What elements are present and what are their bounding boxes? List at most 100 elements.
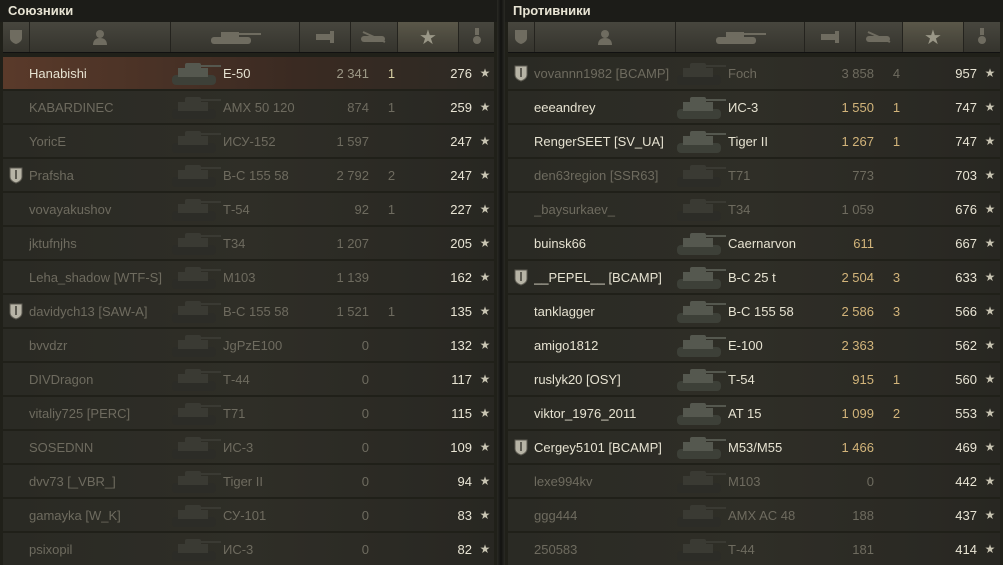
player-column-header[interactable] <box>535 22 676 52</box>
xp-star-icon: ★ <box>984 338 996 352</box>
tank-image <box>674 92 728 122</box>
player-name: ruslyk20 [OSY] <box>534 371 621 387</box>
kills-value: 1 <box>387 303 396 319</box>
damage-value: 92 <box>354 201 369 217</box>
tank-silhouette-icon <box>172 267 221 289</box>
player-row[interactable]: psixopil ИС-3 0 82 ★ <box>3 533 494 565</box>
xp-star-icon: ★ <box>984 270 996 284</box>
player-row[interactable]: eeeandrey ИС-3 1 550 1 747 ★ <box>508 91 1000 123</box>
player-icon <box>598 30 612 45</box>
player-row[interactable]: bvvdzr JgPzE100 0 132 ★ <box>3 329 494 361</box>
damage-value: 2 586 <box>841 303 874 319</box>
tank-silhouette-icon <box>677 301 726 323</box>
tank-icon <box>716 32 766 44</box>
xp-value: 957 <box>955 65 977 81</box>
xp-star-icon: ★ <box>984 542 996 556</box>
damage-column-header[interactable] <box>805 22 856 52</box>
player-row[interactable]: amigo1812 E-100 2 363 562 ★ <box>508 329 1000 361</box>
damage-value: 1 597 <box>336 133 369 149</box>
tank-image <box>674 58 728 88</box>
clan-badge <box>508 269 534 286</box>
player-name: tanklagger <box>534 303 595 319</box>
kills-column-header[interactable] <box>351 22 398 52</box>
player-row[interactable]: buinsk66 Caernarvon 611 667 ★ <box>508 227 1000 259</box>
medal-icon <box>472 28 481 44</box>
tank-silhouette-icon <box>677 403 726 425</box>
tank-image <box>169 398 223 428</box>
clan-shield-icon <box>9 303 23 320</box>
player-row[interactable]: ruslyk20 [OSY] Т-54 915 1 560 ★ <box>508 363 1000 395</box>
tank-name: ИСУ-152 <box>223 133 276 149</box>
damage-value: 1 207 <box>336 235 369 251</box>
kills-column-header[interactable] <box>856 22 903 52</box>
xp-column-header[interactable]: ★ <box>903 22 964 52</box>
player-column-header[interactable] <box>30 22 171 52</box>
player-row[interactable]: lexe994kv M103 0 442 ★ <box>508 465 1000 497</box>
player-name: DIVDragon <box>29 371 94 387</box>
player-row[interactable]: Leha_shadow [WTF-S] M103 1 139 162 ★ <box>3 261 494 293</box>
xp-column-header[interactable]: ★ <box>398 22 459 52</box>
tank-silhouette-icon <box>172 403 221 425</box>
player-row[interactable]: gamayka [W_K] СУ-101 0 83 ★ <box>3 499 494 531</box>
enemies-panel: Противники ★ vovannn1982 [BCAMP] Foch 3 85… <box>505 0 1003 565</box>
tank-image <box>169 228 223 258</box>
tank-silhouette-icon <box>677 131 726 153</box>
tank-image <box>169 126 223 156</box>
player-row[interactable]: vitaliy725 [PERC] T71 0 115 ★ <box>3 397 494 429</box>
player-row[interactable]: vovayakushov Т-54 92 1 227 ★ <box>3 193 494 225</box>
player-row[interactable]: DIVDragon Т-44 0 117 ★ <box>3 363 494 395</box>
badge-column-header[interactable] <box>508 22 535 52</box>
damage-value: 1 099 <box>841 405 874 421</box>
player-row[interactable]: __PEPEL__ [BCAMP] В-С 25 t 2 504 3 633 ★ <box>508 261 1000 293</box>
xp-value: 469 <box>955 439 977 455</box>
player-row[interactable]: SOSEDNN ИС-3 0 109 ★ <box>3 431 494 463</box>
badge-column-header[interactable] <box>3 22 30 52</box>
tank-column-header[interactable] <box>171 22 300 52</box>
player-name: Hanabishi <box>29 65 87 81</box>
xp-star-icon: ★ <box>479 202 491 216</box>
player-row[interactable]: jktufnjhs Т34 1 207 205 ★ <box>3 227 494 259</box>
damage-column-header[interactable] <box>300 22 351 52</box>
damage-value: 1 267 <box>841 133 874 149</box>
xp-star-icon: ★ <box>984 202 996 216</box>
player-row[interactable]: viktor_1976_2011 AT 15 1 099 2 553 ★ <box>508 397 1000 429</box>
player-row[interactable]: den63region [SSR63] T71 773 703 ★ <box>508 159 1000 191</box>
xp-star-icon: ★ <box>479 134 491 148</box>
xp-star-icon: ★ <box>479 66 491 80</box>
medal-column-header[interactable] <box>459 22 494 52</box>
xp-value: 553 <box>955 405 977 421</box>
tank-image <box>169 364 223 394</box>
player-row[interactable]: dvv73 [_VBR_] Tiger II 0 94 ★ <box>3 465 494 497</box>
allies-title: Союзники <box>0 0 497 22</box>
xp-value: 83 <box>457 507 472 523</box>
player-row[interactable]: YoricE ИСУ-152 1 597 247 ★ <box>3 125 494 157</box>
player-row[interactable]: ggg444 AMX AC 48 188 437 ★ <box>508 499 1000 531</box>
tank-name: AT 15 <box>728 405 762 421</box>
player-row[interactable]: Hanabishi E-50 2 341 1 276 ★ <box>3 57 494 89</box>
player-row[interactable]: vovannn1982 [BCAMP] Foch 3 858 4 957 ★ <box>508 57 1000 89</box>
tank-image <box>674 500 728 530</box>
player-row[interactable]: Prafsha В-С 155 58 2 792 2 247 ★ <box>3 159 494 191</box>
damage-value: 0 <box>361 473 369 489</box>
kills-icon <box>361 31 386 43</box>
tank-name: M53/M55 <box>728 439 783 455</box>
tank-silhouette-icon <box>677 165 726 187</box>
player-row[interactable]: tanklagger В-С 155 58 2 586 3 566 ★ <box>508 295 1000 327</box>
kills-value: 1 <box>387 65 396 81</box>
damage-value: 188 <box>852 507 874 523</box>
player-row[interactable]: RengerSEET [SV_UA] Tiger II 1 267 1 747 ★ <box>508 125 1000 157</box>
player-row[interactable]: KABARDINEC AMX 50 120 874 1 259 ★ <box>3 91 494 123</box>
player-name: Cergey5101 [BCAMP] <box>534 439 662 455</box>
player-row[interactable]: 250583 Т-44 181 414 ★ <box>508 533 1000 565</box>
medal-column-header[interactable] <box>964 22 1000 52</box>
tank-name: Tiger II <box>223 473 263 489</box>
player-row[interactable]: _baysurkaev_ T34 1 059 676 ★ <box>508 193 1000 225</box>
player-name: Prafsha <box>29 167 74 183</box>
player-row[interactable]: Cergey5101 [BCAMP] M53/M55 1 466 469 ★ <box>508 431 1000 463</box>
tank-silhouette-icon <box>172 199 221 221</box>
kills-value: 1 <box>892 133 901 149</box>
player-row[interactable]: davidych13 [SAW-A] В-С 155 58 1 521 1 135 ★ <box>3 295 494 327</box>
xp-star-icon: ★ <box>984 440 996 454</box>
player-name: eeeandrey <box>534 99 596 115</box>
tank-column-header[interactable] <box>676 22 805 52</box>
